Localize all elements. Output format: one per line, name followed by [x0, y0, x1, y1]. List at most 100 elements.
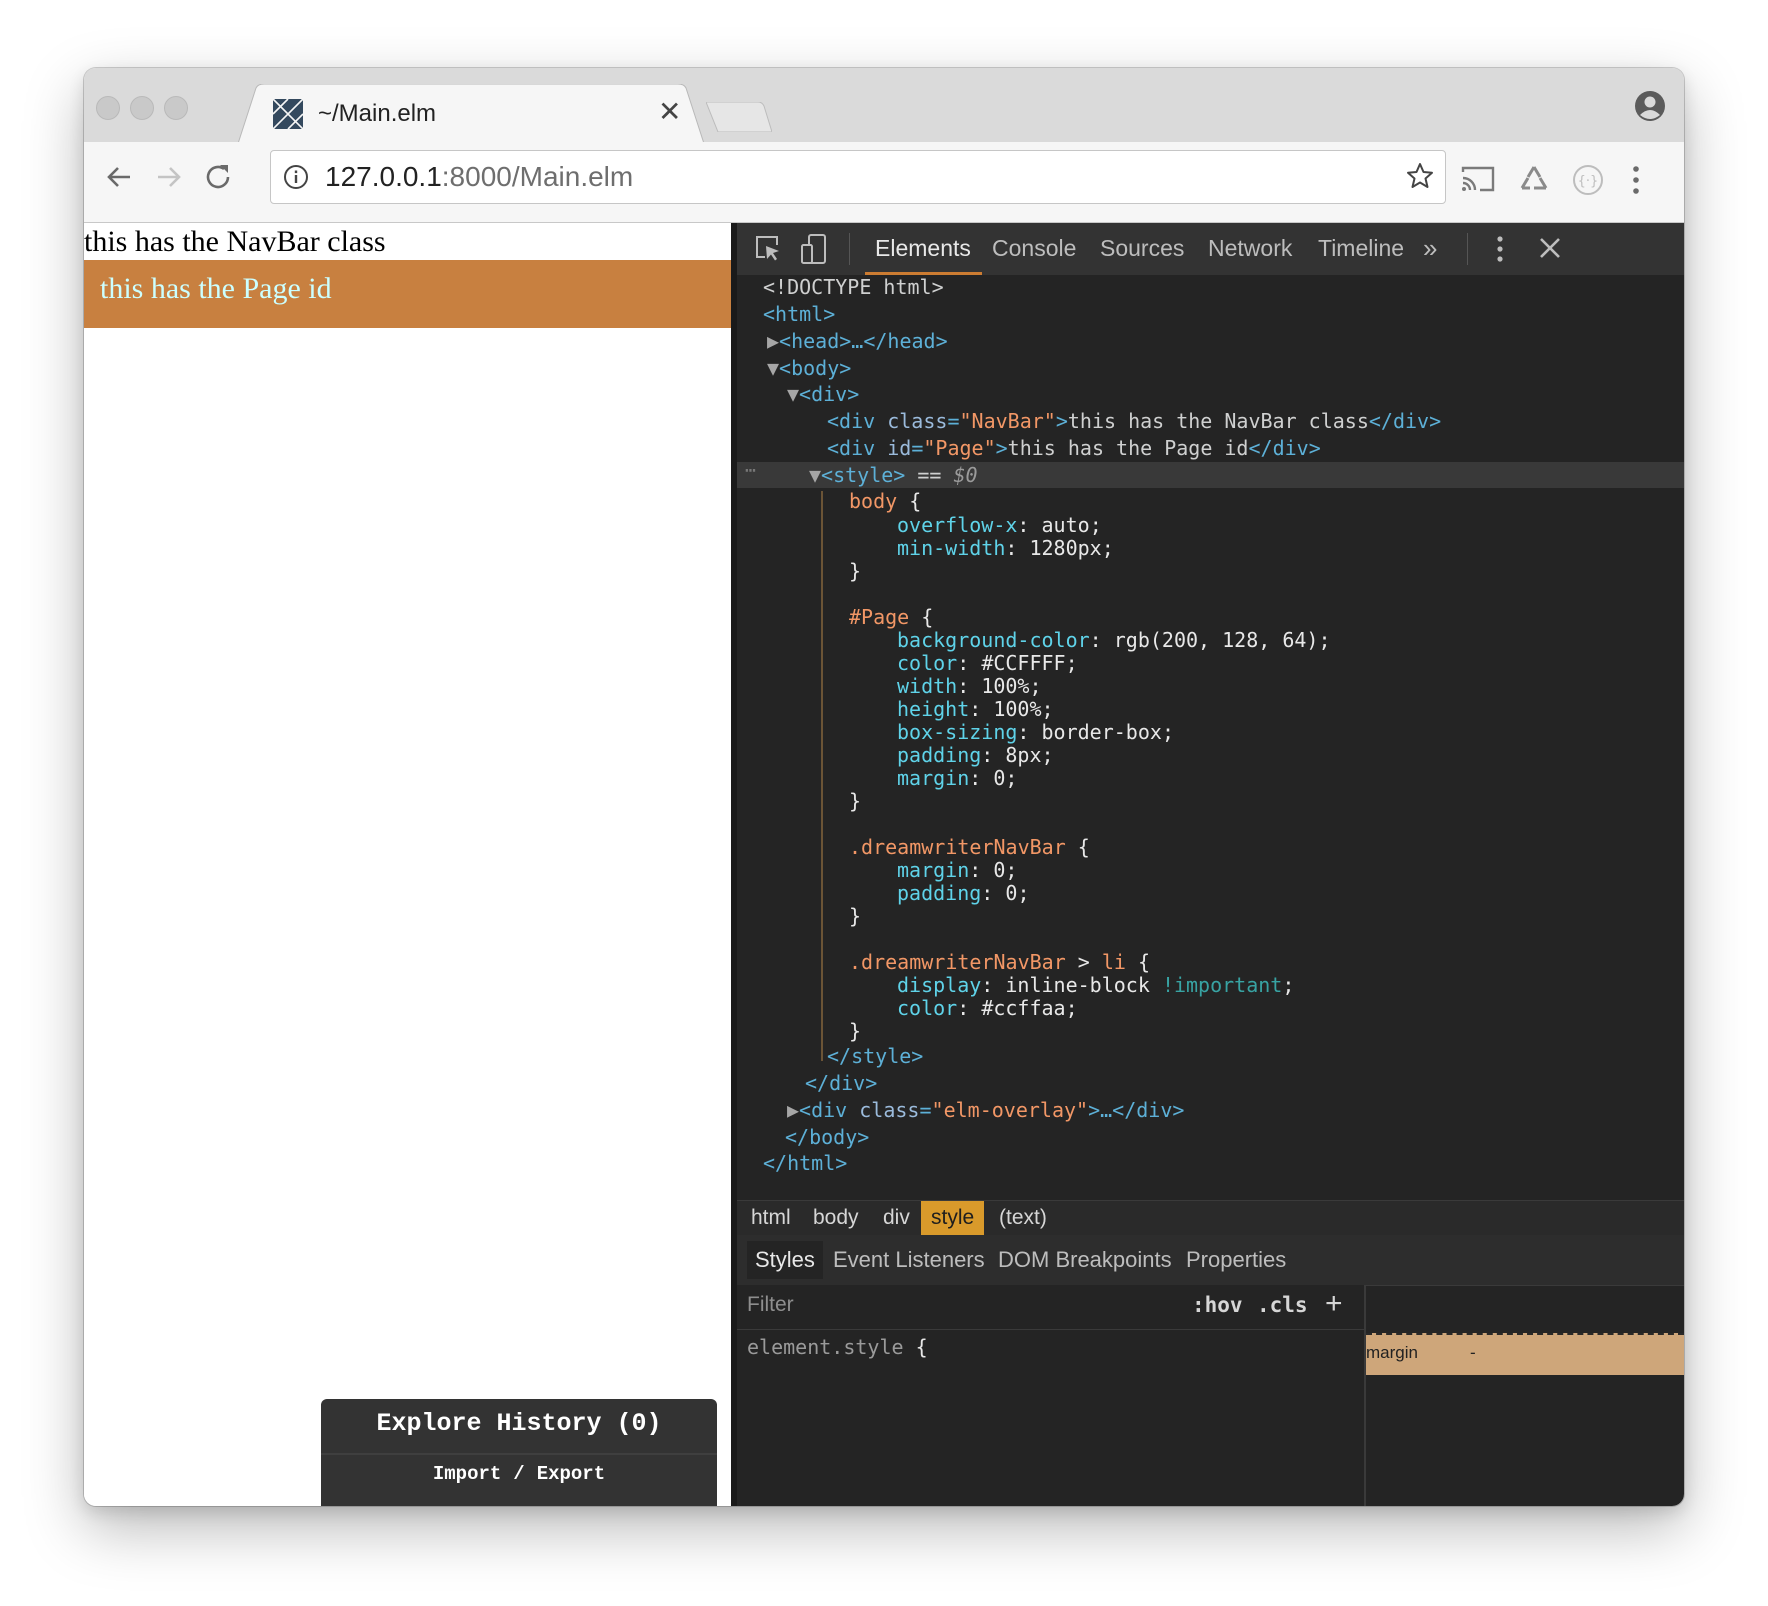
tab-event-listeners[interactable]: Event Listeners [833, 1247, 985, 1273]
collapse-arrow-icon[interactable]: ▼ [809, 463, 821, 487]
css-body-rule: body { [849, 489, 921, 513]
devtools-menu-icon[interactable] [1495, 233, 1505, 265]
styles-subtabs: Styles Event Listeners DOM Breakpoints P… [737, 1235, 1684, 1286]
hov-toggle[interactable]: :hov [1192, 1293, 1243, 1317]
css-prop-line: margin: 0; [897, 766, 1018, 790]
minimize-window-button[interactable] [130, 96, 154, 120]
profile-icon[interactable] [1634, 90, 1666, 122]
new-tab-button[interactable] [706, 102, 772, 132]
collapse-arrow-icon[interactable]: ▼ [767, 356, 779, 380]
box-model-margin-value: - [1470, 1343, 1476, 1362]
attr-value: "elm-overlay" [931, 1098, 1089, 1122]
css-prop-value: border-box [1041, 720, 1162, 744]
tag-close: >…</div> [1088, 1098, 1185, 1122]
devtools-panel: Elements Console Sources Network Timelin… [731, 223, 1684, 1506]
css-prop-name: background-color [897, 628, 1090, 652]
tag-close: > [995, 436, 1008, 460]
reload-icon[interactable] [204, 162, 234, 192]
dom-div-close[interactable]: </div> [805, 1071, 877, 1095]
attr-value: "Page" [923, 436, 996, 460]
dom-html-open[interactable]: <html> [763, 302, 835, 326]
explore-history-button[interactable]: Explore History (0) [321, 1409, 717, 1438]
css-prop-line: display: inline-block !important; [897, 973, 1295, 997]
back-arrow-icon[interactable] [104, 162, 134, 192]
svg-text:{·}: {·} [1578, 174, 1599, 189]
styles-filter-bar: Filter :hov .cls + [737, 1285, 1364, 1330]
close-window-button[interactable] [96, 96, 120, 120]
extension-braces-icon[interactable]: {·} [1572, 164, 1604, 196]
more-tabs-button[interactable]: » [1423, 233, 1437, 264]
zoom-window-button[interactable] [164, 96, 188, 120]
tab-elements[interactable]: Elements [875, 235, 971, 262]
crumb-text[interactable]: (text) [989, 1201, 1057, 1235]
attr-value: "NavBar" [959, 409, 1056, 433]
node-actions-dots[interactable]: ⋯ [745, 460, 756, 481]
crumb-div[interactable]: div [873, 1201, 920, 1235]
navbar-div: this has the NavBar class [84, 225, 386, 258]
element-style-rule[interactable]: element.style { [747, 1335, 928, 1359]
css-prop-line: color: #ccffaa; [897, 996, 1078, 1020]
dom-head-node[interactable]: ▶<head>…</head> [767, 329, 948, 353]
css-prop-line: height: 100%; [897, 697, 1054, 721]
info-icon[interactable] [283, 164, 309, 190]
dom-style-close[interactable]: </style> [827, 1044, 923, 1068]
bookmark-star-icon[interactable] [1405, 161, 1435, 191]
css-prop-name: min-width [897, 536, 1006, 560]
tab-console[interactable]: Console [992, 235, 1076, 262]
css-prop-name: display [897, 973, 982, 997]
dom-doctype[interactable]: <!DOCTYPE html> [763, 275, 944, 299]
expand-arrow-icon[interactable]: ▶ [767, 329, 779, 353]
css-navbar-li-rule: .dreamwriterNavBar > li { [849, 950, 1151, 974]
tab-dom-breakpoints[interactable]: DOM Breakpoints [998, 1247, 1172, 1273]
cls-toggle[interactable]: .cls [1257, 1293, 1308, 1317]
dom-head: <head>…</head> [779, 329, 948, 353]
dom-overlay-div[interactable]: ▶<div class="elm-overlay">…</div> [787, 1098, 1184, 1122]
recycle-icon[interactable] [1518, 164, 1550, 194]
css-prop-value: 0 [993, 858, 1006, 882]
css-prop-value: auto [1041, 513, 1090, 537]
close-tab-icon[interactable]: ✕ [658, 96, 681, 128]
address-bar[interactable]: 127.0.0.1:8000/Main.elm [270, 150, 1446, 204]
tab-styles[interactable]: Styles [747, 1241, 823, 1279]
css-prop-value: 0 [993, 766, 1006, 790]
dom-html-close[interactable]: </html> [763, 1151, 847, 1175]
attr-eq: = [947, 409, 960, 433]
tag-open: <div [827, 409, 888, 433]
collapse-arrow-icon[interactable]: ▼ [787, 382, 799, 406]
tab-timeline[interactable]: Timeline [1318, 235, 1404, 262]
crumb-style[interactable]: style [921, 1201, 985, 1235]
tag-open: <div [799, 1098, 860, 1122]
css-brace: { [1065, 835, 1090, 859]
css-prop-name: margin [897, 766, 970, 790]
tab-network[interactable]: Network [1208, 235, 1292, 262]
new-style-rule-button[interactable]: + [1325, 1287, 1343, 1321]
chrome-menu-icon[interactable] [1630, 164, 1642, 196]
css-prop-name: overflow-x [897, 513, 1018, 537]
filter-input[interactable]: Filter [747, 1293, 794, 1317]
export-link[interactable]: Export [537, 1463, 605, 1485]
import-export-separator: / [513, 1463, 525, 1485]
css-prop-line: min-width: 1280px; [897, 536, 1114, 560]
dom-style-node[interactable]: ▼<style> == $0 [809, 463, 978, 487]
dom-page-div[interactable]: <div id="Page">this has the Page id</div… [827, 436, 1321, 460]
dom-body-node[interactable]: ▼<body> [767, 356, 851, 380]
dom-body-close[interactable]: </body> [785, 1125, 869, 1149]
tab-sources[interactable]: Sources [1100, 235, 1184, 262]
tab-properties[interactable]: Properties [1186, 1247, 1286, 1273]
css-prop-name: padding [897, 743, 982, 767]
import-link[interactable]: Import [433, 1463, 501, 1485]
crumb-html[interactable]: html [741, 1201, 801, 1235]
forward-arrow-icon[interactable] [154, 162, 184, 192]
cast-icon[interactable] [1460, 164, 1496, 194]
inspect-element-icon[interactable] [753, 233, 783, 263]
dom-navbar-div[interactable]: <div class="NavBar">this has the NavBar … [827, 409, 1441, 433]
crumb-body[interactable]: body [803, 1201, 869, 1235]
css-prop-line: margin: 0; [897, 858, 1018, 882]
attr-name: id [887, 436, 912, 460]
close-devtools-icon[interactable] [1537, 235, 1563, 261]
device-toolbar-icon[interactable] [799, 233, 829, 265]
expand-arrow-icon[interactable]: ▶ [787, 1098, 799, 1122]
dom-div-node[interactable]: ▼<div> [787, 382, 859, 406]
node-text: this has the NavBar class [1067, 409, 1369, 433]
history-divider [321, 1453, 717, 1455]
